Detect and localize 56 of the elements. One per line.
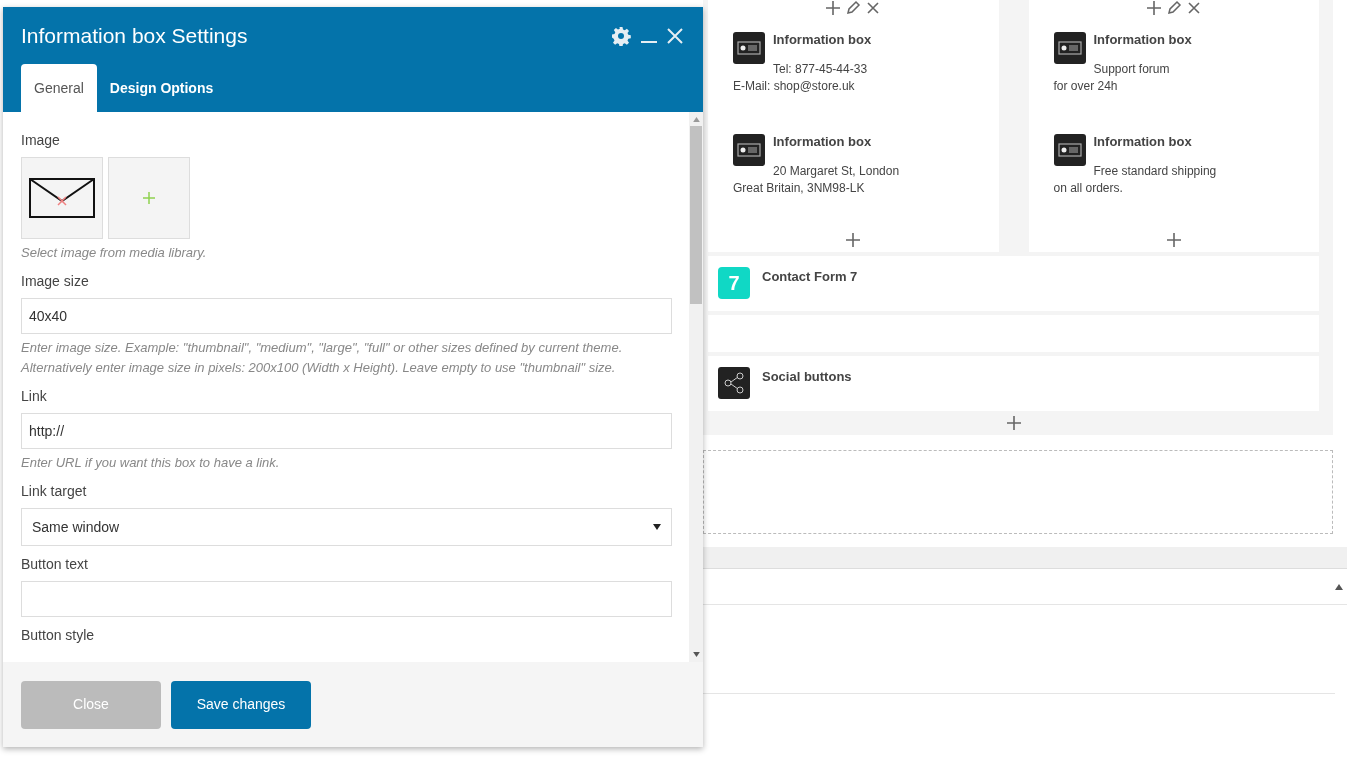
collapse-icon[interactable] — [1335, 582, 1343, 591]
image-thumbnail[interactable] — [21, 157, 103, 239]
select-field[interactable]: Same window — [21, 508, 672, 546]
field-label: Button style — [21, 626, 96, 645]
info-card-icon — [733, 134, 765, 166]
field-label: Image size — [21, 272, 90, 291]
pencil-icon[interactable] — [1165, 0, 1182, 16]
plus-icon[interactable] — [845, 232, 862, 248]
settings-icon[interactable] — [611, 25, 631, 46]
element-title: Information box — [773, 134, 873, 150]
element-text: 20 Margaret St, London — [773, 163, 900, 180]
element-title: Social buttons — [762, 368, 852, 386]
element-title: Information box — [1093, 134, 1193, 150]
close-icon[interactable] — [1185, 0, 1202, 16]
field-label: Image — [21, 131, 61, 150]
element-text: for over 24h — [1053, 78, 1119, 95]
dropdown-arrow-icon — [653, 523, 661, 531]
element-text: E-Mail: shop@store.uk — [733, 78, 856, 95]
element-text: Support forum — [1093, 61, 1171, 78]
field-label: Button text — [21, 555, 89, 574]
element-title: Contact Form 7 — [762, 268, 858, 286]
info-card-icon — [1053, 134, 1086, 166]
dialog-title: Information box Settings — [21, 22, 248, 49]
tab[interactable]: Design Options — [96, 64, 227, 112]
element-text: Tel: 877-45-44-33 — [773, 61, 869, 78]
save-button[interactable]: Save changes — [171, 680, 311, 729]
help-text: Enter image size. Example: "thumbnail", "medium", "large", "full" or other sizes defined by current theme. Alternatively enter image size in pixels: 200x100 (Width x Height). Leave empty to use "thumbnail" size. — [21, 339, 624, 377]
text-field[interactable]: 40x40 — [21, 298, 672, 334]
plus-icon[interactable] — [1005, 415, 1022, 431]
help-text: Enter URL if you want this box to have a link. — [21, 454, 281, 472]
field-label: Link — [21, 387, 48, 406]
element-title: Information box — [773, 32, 872, 48]
scrollbar[interactable] — [689, 112, 703, 662]
element-text: Great Britain, 3NM98-LK — [733, 180, 866, 197]
element-text: Free standard shipping — [1093, 163, 1217, 180]
share-icon — [718, 367, 750, 399]
scroll-down-icon[interactable] — [692, 652, 700, 657]
field-label: Link target — [21, 482, 88, 501]
info-card-icon — [733, 32, 765, 64]
close-icon[interactable] — [865, 0, 882, 16]
pencil-icon[interactable] — [845, 0, 862, 16]
text-field[interactable]: http:// — [21, 413, 672, 449]
plus-icon[interactable] — [1145, 0, 1162, 16]
plus-icon[interactable] — [825, 0, 842, 16]
plus-icon — [143, 192, 155, 204]
info-card-icon — [1053, 32, 1086, 64]
text-field[interactable] — [21, 581, 672, 617]
element-title: Information box — [1093, 32, 1192, 48]
help-text: Select image from media library. — [21, 244, 208, 262]
plus-icon[interactable] — [1165, 232, 1182, 248]
tab[interactable]: General — [21, 64, 97, 112]
scroll-up-icon[interactable] — [692, 117, 700, 122]
form-badge: 7 — [718, 267, 750, 299]
close-icon[interactable] — [667, 27, 683, 44]
envelope-icon — [29, 178, 95, 218]
element-text: on all orders. — [1053, 180, 1124, 197]
